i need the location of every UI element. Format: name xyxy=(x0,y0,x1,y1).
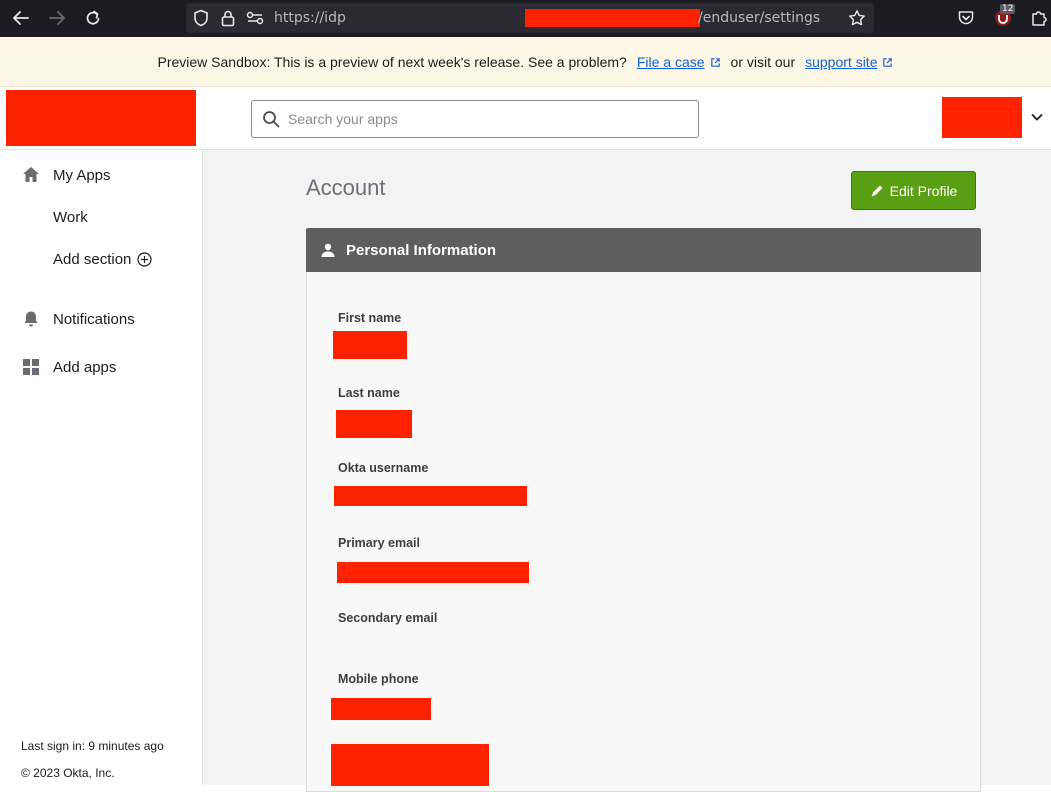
support-site-link[interactable]: support site xyxy=(805,54,893,70)
redacted-field xyxy=(331,744,489,786)
redacted-mobile-phone xyxy=(331,698,431,720)
search-input[interactable] xyxy=(288,101,688,137)
sidebar-item-label: Add section xyxy=(53,251,152,268)
banner-message: Preview Sandbox: This is a preview of ne… xyxy=(157,53,627,70)
sidebar-item-label: Add apps xyxy=(53,358,117,376)
external-link-icon xyxy=(883,57,893,67)
extensions-puzzle-icon[interactable] xyxy=(1028,7,1050,29)
app-header xyxy=(0,87,1051,150)
reload-button[interactable] xyxy=(80,6,106,30)
primary-email-label: Primary email xyxy=(338,536,420,550)
pocket-icon[interactable] xyxy=(955,7,977,29)
sidebar-item-label: Notifications xyxy=(53,310,135,328)
url-suffix: /enduser/settings xyxy=(698,10,821,26)
browser-toolbar: https://idp /enduser/settings 12 xyxy=(0,0,1051,37)
pencil-icon xyxy=(871,185,883,196)
main-content: Account Edit Profile Personal Informatio… xyxy=(203,150,1051,792)
copyright: © 2023 Okta, Inc. xyxy=(21,766,115,780)
bell-icon xyxy=(22,310,40,332)
search-icon xyxy=(262,110,280,133)
sidebar-item-add-section[interactable]: Add section xyxy=(0,244,202,274)
shield-icon xyxy=(193,9,209,32)
add-circle-icon xyxy=(137,251,152,267)
forward-arrow-icon xyxy=(49,11,65,25)
url-prefix: https://idp xyxy=(274,10,346,26)
redacted-logo[interactable] xyxy=(6,90,196,146)
forward-button[interactable] xyxy=(44,6,70,30)
reload-icon xyxy=(86,10,100,25)
back-arrow-icon xyxy=(13,11,29,25)
user-icon xyxy=(321,243,335,257)
okta-username-label: Okta username xyxy=(338,461,429,475)
first-name-label: First name xyxy=(338,311,402,325)
panel-title: Personal Information xyxy=(346,241,497,259)
home-icon xyxy=(22,166,40,187)
url-bar[interactable]: https://idp /enduser/settings xyxy=(186,3,874,33)
sidebar-item-notifications[interactable]: Notifications xyxy=(0,304,202,334)
external-link-icon xyxy=(710,57,720,67)
edit-profile-button[interactable]: Edit Profile xyxy=(851,171,976,210)
extension-badge: 12 xyxy=(1000,4,1016,14)
redacted-url-host xyxy=(525,9,700,27)
site-permissions-icon[interactable] xyxy=(246,10,264,31)
edit-profile-label: Edit Profile xyxy=(889,182,958,199)
search-box[interactable] xyxy=(251,100,699,138)
last-name-label: Last name xyxy=(338,386,400,400)
redacted-last-name xyxy=(336,410,412,438)
redacted-primary-email xyxy=(337,562,529,583)
sidebar-item-add-apps[interactable]: Add apps xyxy=(0,352,202,382)
page-title: Account xyxy=(306,175,386,200)
sidebar-item-label: My Apps xyxy=(53,166,111,184)
grid-icon xyxy=(22,358,40,380)
secondary-email-label: Secondary email xyxy=(338,611,438,625)
lock-icon xyxy=(220,9,236,32)
back-button[interactable] xyxy=(8,6,34,30)
sidebar: My Apps Work Add section Notifications A… xyxy=(0,150,203,785)
last-sign-in: Last sign in: 9 minutes ago xyxy=(21,739,164,753)
sidebar-item-label: Work xyxy=(53,208,88,226)
file-case-link[interactable]: File a case xyxy=(637,54,721,70)
preview-banner: Preview Sandbox: This is a preview of ne… xyxy=(0,37,1051,87)
personal-info-header: Personal Information xyxy=(306,228,981,272)
mobile-phone-label: Mobile phone xyxy=(338,672,419,686)
banner-middle-text: or visit our xyxy=(730,53,796,70)
bookmark-star-icon[interactable] xyxy=(848,9,866,32)
sidebar-item-my-apps[interactable]: My Apps xyxy=(0,160,202,190)
sidebar-item-work[interactable]: Work xyxy=(0,202,202,232)
chevron-down-icon[interactable] xyxy=(1030,109,1044,127)
redacted-first-name xyxy=(333,331,407,359)
personal-info-panel: First name Last name Okta username Prima… xyxy=(306,272,981,792)
redacted-okta-username xyxy=(334,486,527,506)
redacted-user-menu[interactable] xyxy=(942,97,1022,138)
